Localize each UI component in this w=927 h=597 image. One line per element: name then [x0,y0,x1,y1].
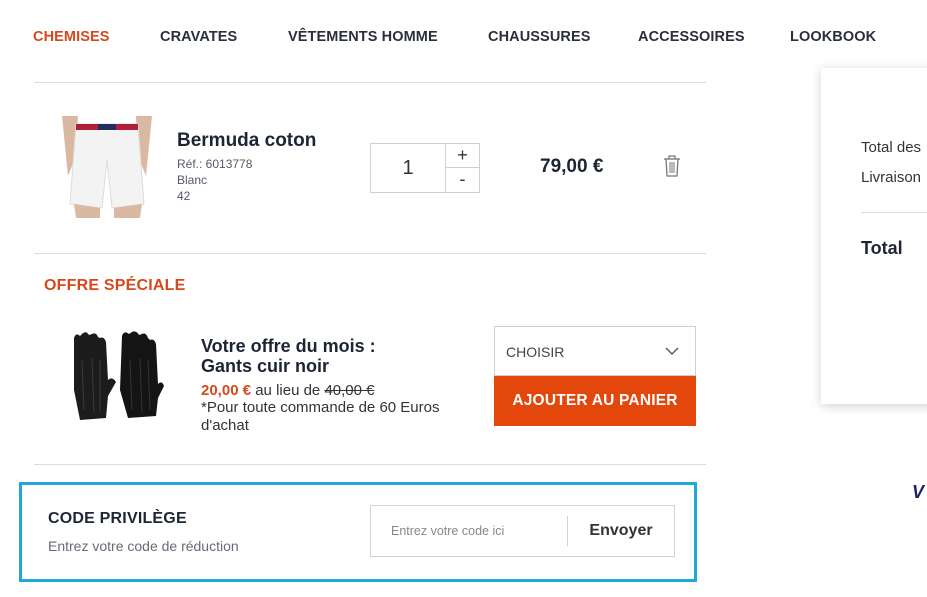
offer-name-line2: Gants cuir noir [201,356,330,376]
offer-select-label: CHOISIR [506,344,565,360]
trash-icon[interactable] [662,154,682,178]
product-ref: Réf.: 6013778 [177,157,253,171]
nav-item-chemises[interactable]: CHEMISES [33,29,110,45]
special-offer-title: OFFRE SPÉCIALE [44,277,186,294]
offer-size-select[interactable]: CHOISIR [494,326,696,376]
send-code-button[interactable]: Envoyer [568,506,674,556]
offer-price: 20,00 € [201,382,252,399]
offer-note: *Pour toute commande de 60 Euros d'achat [201,399,440,434]
black-leather-gloves-photo[interactable] [62,330,166,424]
privilege-code-title: CODE PRIVILÈGE [48,510,187,527]
product-size: 42 [177,189,191,203]
divider [34,82,706,83]
white-bermuda-shorts-photo[interactable] [58,116,156,218]
visa-logo: V [912,482,925,502]
nav-item-vetements-homme[interactable]: VÊTEMENTS HOMME [288,29,438,45]
offer-old-price: 40,00 € [324,382,375,399]
divider [34,464,706,465]
quantity-stepper: 1 + - [370,143,480,193]
summary-products-total-label: Total des [861,139,922,156]
privilege-code-subtitle: Entrez votre code de réduction [48,538,239,554]
quantity-value[interactable]: 1 [371,144,446,192]
promo-code-form: Envoyer [370,505,675,557]
summary-shipping-label: Livraison [861,169,922,186]
product-name[interactable]: Bermuda coton [177,130,316,152]
nav-item-chaussures[interactable]: CHAUSSURES [488,29,591,45]
summary-total-label: Total [861,238,903,258]
divider [34,253,706,254]
offer-name-line1: Votre offre du mois : [201,336,376,356]
quantity-decrease-button[interactable]: - [446,168,479,192]
promo-code-input[interactable] [371,506,568,556]
divider [861,212,927,213]
nav-item-accessoires[interactable]: ACCESSOIRES [638,29,745,45]
offer-instead-of: au lieu de [255,382,321,399]
quantity-increase-button[interactable]: + [446,144,479,168]
chevron-down-icon [665,347,679,355]
product-color: Blanc [177,173,208,187]
add-to-cart-button[interactable]: AJOUTER AU PANIER [494,376,696,426]
nav-item-cravates[interactable]: CRAVATES [160,29,237,45]
order-summary-panel: Total des Livraison Total [821,68,927,404]
main-nav: CHEMISES CRAVATES VÊTEMENTS HOMME CHAUSS… [0,0,927,72]
privilege-code-box: CODE PRIVILÈGE Entrez votre code de rédu… [19,482,697,582]
offer-price-line: 20,00 € au lieu de 40,00 € [201,382,375,399]
nav-item-lookbook[interactable]: LOOKBOOK [790,29,876,45]
product-price: 79,00 € [540,156,604,177]
